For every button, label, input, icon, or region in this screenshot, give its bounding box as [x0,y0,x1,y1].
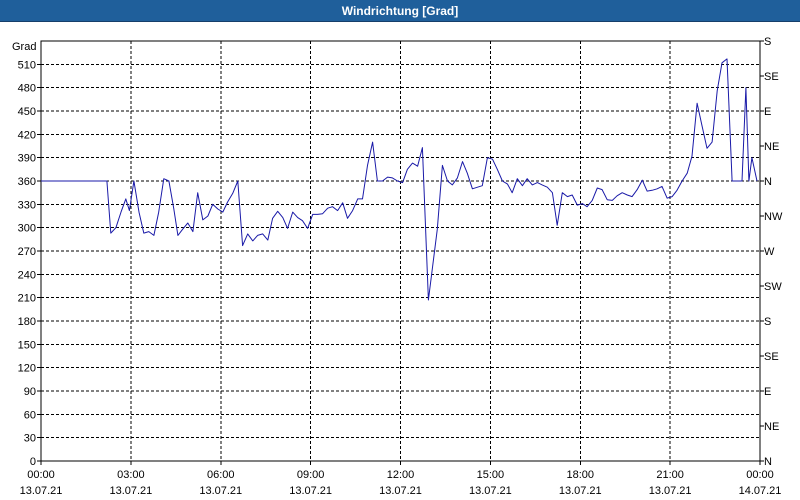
grid [41,41,760,461]
x-tick-time: 00:00 [27,469,55,481]
y-tick-label: 0 [30,456,36,468]
x-axis: 00:00 13.07.21 03:00 13.07.21 06:00 13.07.21 0… [20,461,782,497]
y-tick-label: 210 [18,293,36,305]
right-tick-label: SW [764,281,782,293]
y-tick-label: 270 [18,246,36,258]
x-tick-time: 12:00 [387,469,415,481]
y-tick-label: 480 [18,83,36,95]
y-tick-label: 180 [18,316,36,328]
x-tick-date: 13.07.21 [289,485,332,497]
y-tick-label: 90 [24,386,36,398]
x-tick-time: 06:00 [207,469,235,481]
x-tick-time: 03:00 [117,469,145,481]
x-tick-date: 13.07.21 [649,485,692,497]
y-tick-label: 60 [24,409,36,421]
right-tick-label: S [764,36,771,48]
right-tick-label: E [764,106,771,118]
y-tick-label: 420 [18,129,36,141]
x-tick-time: 15:00 [477,469,505,481]
y-axis-right: N NE E SE S SW W NW N NE E SE S [760,36,783,468]
y-tick-label: 30 [24,433,36,445]
x-tick-date: 13.07.21 [559,485,602,497]
right-tick-label: NE [764,141,779,153]
y-tick-label: 240 [18,269,36,281]
x-tick-date: 13.07.21 [469,485,512,497]
y-axis-label: Grad [12,41,36,53]
x-tick-date: 13.07.21 [109,485,152,497]
wind-direction-line [41,58,758,301]
right-tick-label: S [764,316,771,328]
right-tick-label: N [764,456,772,468]
x-tick-date: 13.07.21 [379,485,422,497]
right-tick-label: SE [764,71,779,83]
x-tick-time: 09:00 [297,469,325,481]
right-tick-label: NE [764,421,779,433]
y-tick-label: 120 [18,363,36,375]
wind-direction-chart: Grad 0 30 60 90 120 150 180 210 240 270 300 330 360 3… [12,36,783,497]
right-tick-label: SE [764,351,779,363]
y-tick-label: 360 [18,176,36,188]
y-tick-label: 510 [18,59,36,71]
y-tick-label: 390 [18,153,36,165]
series-layer [41,58,758,301]
y-tick-label: 330 [18,199,36,211]
x-tick-date: 14.07.21 [739,485,782,497]
right-tick-label: E [764,386,771,398]
x-tick-date: 13.07.21 [20,485,63,497]
y-axis-left: 0 30 60 90 120 150 180 210 240 270 300 330 360 390 420… [18,59,41,468]
y-tick-label: 150 [18,339,36,351]
right-tick-label: NW [764,211,783,223]
x-tick-date: 13.07.21 [199,485,242,497]
right-tick-label: W [764,246,775,258]
x-tick-time: 00:00 [746,469,774,481]
y-tick-label: 450 [18,106,36,118]
x-tick-time: 18:00 [566,469,594,481]
y-tick-label: 300 [18,223,36,235]
right-tick-label: N [764,176,772,188]
x-tick-time: 21:00 [656,469,684,481]
